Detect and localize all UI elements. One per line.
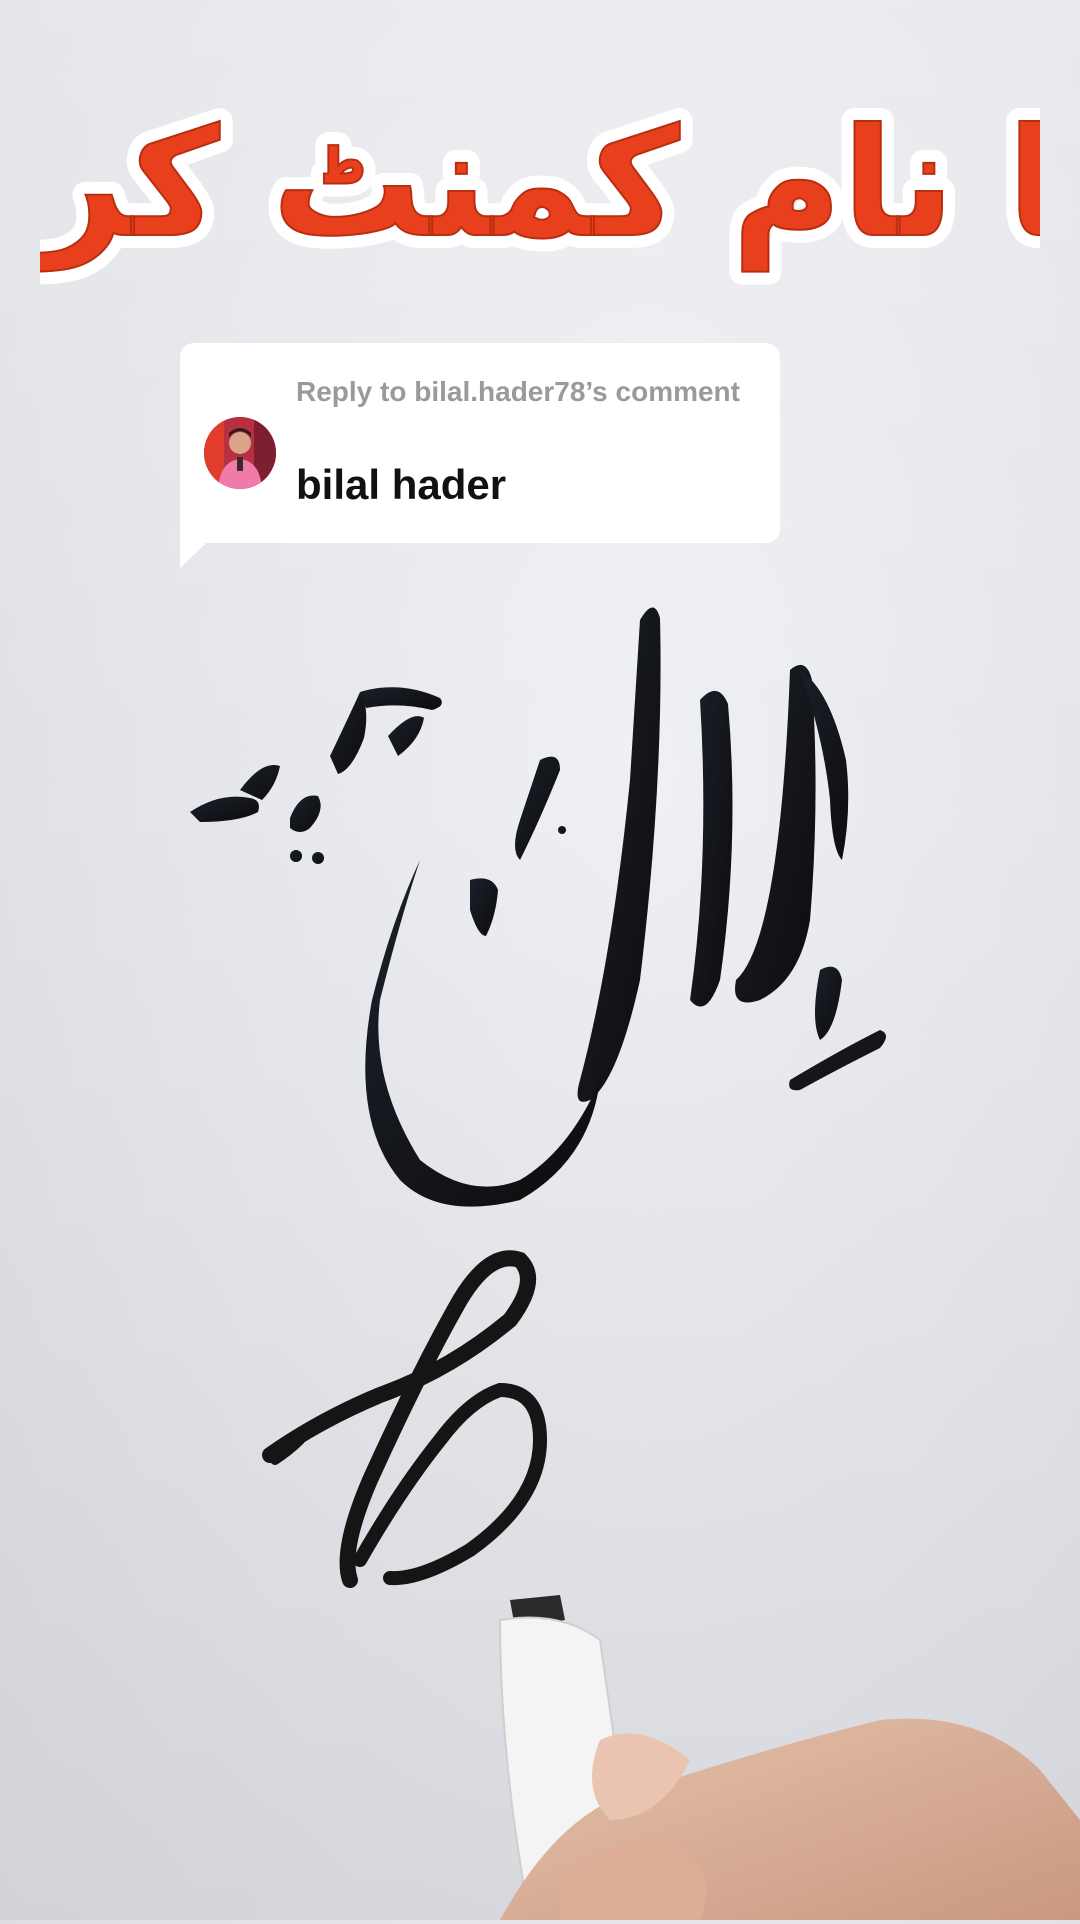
marker-and-hand	[498, 1595, 1080, 1921]
title-svg: اپنا نام کمنٹ کریں اپنا نام کمنٹ کریں	[0, 84, 1080, 285]
urdu-last-name-handwriting	[190, 687, 442, 864]
calligraphy-drawing	[190, 607, 1080, 1921]
reply-comment-card[interactable]: Reply to bilal.hader78’s comment bilal h…	[180, 343, 780, 543]
avatar-image	[204, 417, 276, 489]
calligraphy-artwork	[0, 560, 1080, 1921]
reply-to-label: Reply to bilal.hader78’s comment	[296, 376, 740, 407]
comment-text: bilal hader	[296, 461, 507, 508]
monogram-handwriting	[262, 1250, 548, 1588]
title-text: اپنا نام کمنٹ کریں	[40, 97, 1040, 272]
title-overlay: اپنا نام کمنٹ کریں اپنا نام کمنٹ کریں	[0, 20, 1080, 330]
urdu-first-name-handwriting	[365, 607, 886, 1207]
commenter-avatar[interactable]	[204, 417, 276, 489]
